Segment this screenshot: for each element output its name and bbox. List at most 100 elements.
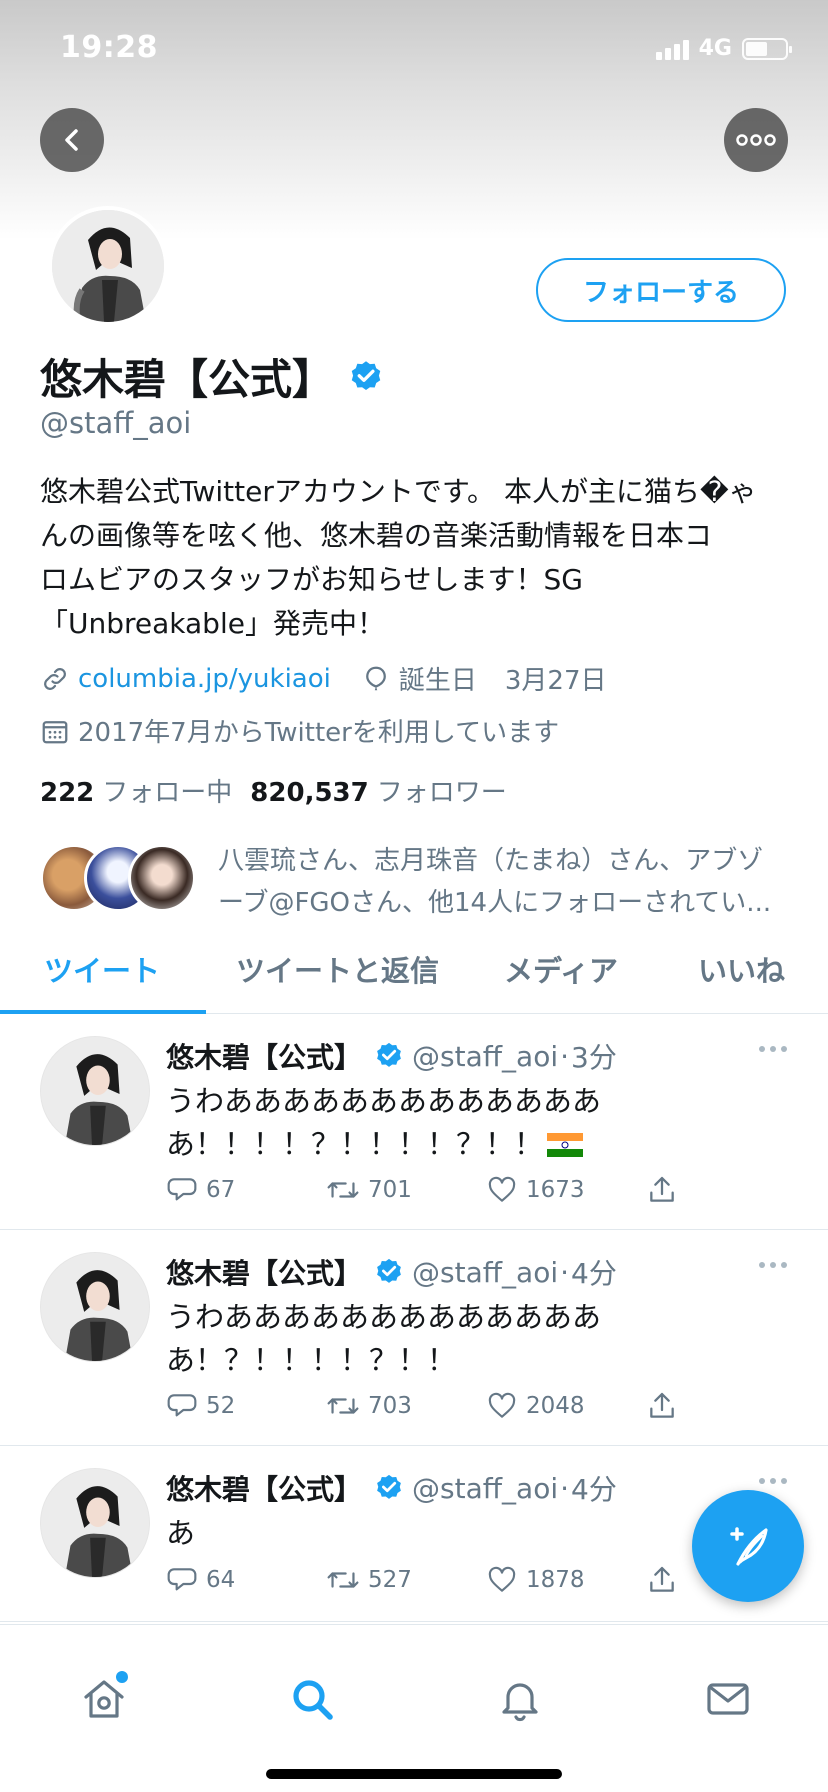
- like-button[interactable]: 2048: [486, 1390, 646, 1422]
- tab-likes[interactable]: いいね: [698, 948, 785, 990]
- birthday-label: 誕生日: [398, 666, 477, 696]
- compose-tweet-button[interactable]: [692, 1490, 804, 1602]
- link-icon: [44, 667, 66, 690]
- search-icon: [293, 1680, 333, 1720]
- like-count: 2048: [526, 1393, 585, 1419]
- followers-count: 820,537: [250, 778, 369, 808]
- tweet-more-icon[interactable]: [758, 1044, 788, 1054]
- reply-button[interactable]: 52: [166, 1390, 326, 1422]
- like-button[interactable]: 1673: [486, 1174, 646, 1206]
- profile-joined-row: 2017年7月からTwitterを利用しています: [40, 712, 559, 749]
- like-icon: [488, 1392, 516, 1418]
- tweet-avatar[interactable]: [40, 1036, 150, 1146]
- profile-name-row: 悠木碧【公式】: [40, 346, 384, 407]
- nav-home[interactable]: [76, 1671, 132, 1727]
- back-icon: [65, 129, 78, 151]
- status-indicators: 4G: [655, 36, 792, 61]
- follow-button[interactable]: フォローする: [536, 258, 786, 322]
- profile-link[interactable]: columbia.jp/yukiaoi: [78, 664, 331, 694]
- tweet-author-name: 悠木碧【公式】: [166, 1257, 363, 1290]
- tab-tweets[interactable]: ツイート: [44, 948, 160, 990]
- tweet-text-line: うわあああああああああああああ: [166, 1084, 602, 1118]
- known-followers-line: ーブ@FGOさん、他14人にフォローされてい...: [218, 888, 772, 918]
- network-label: 4G: [698, 36, 732, 61]
- balloon-icon: [365, 666, 386, 690]
- home-indicator-bar: [266, 1769, 562, 1779]
- share-button[interactable]: [646, 1174, 706, 1206]
- tweet-avatar[interactable]: [40, 1468, 150, 1578]
- more-options-button[interactable]: [724, 108, 788, 172]
- status-time: 19:28: [60, 30, 158, 65]
- share-icon: [650, 1176, 674, 1202]
- reply-button[interactable]: 67: [166, 1174, 326, 1206]
- battery-icon: [742, 37, 792, 60]
- tweet[interactable]: 悠木碧【公式】 @staff_aoi · 3分 うわあああああああああああああ …: [0, 1014, 828, 1230]
- tab-media[interactable]: メディア: [504, 948, 618, 990]
- tweet-text: あ: [166, 1512, 766, 1555]
- followers-you-know[interactable]: 八雲琉さん、志月珠音（たまね）さん、アブゾ ーブ@FGOさん、他14人にフォロー…: [40, 840, 800, 920]
- bell-icon: [502, 1683, 538, 1722]
- retweet-count: 527: [368, 1567, 412, 1593]
- india-flag-icon: [547, 1133, 584, 1157]
- retweet-button[interactable]: 701: [326, 1174, 486, 1206]
- nav-notifications[interactable]: [492, 1671, 548, 1727]
- known-follower-avatar: [128, 844, 196, 912]
- tweet-more-icon[interactable]: [758, 1476, 788, 1486]
- verified-icon: [377, 1474, 401, 1499]
- nav-messages[interactable]: [700, 1671, 756, 1727]
- like-count: 1878: [526, 1567, 585, 1593]
- bio-line: ロムビアのスタッフがお知らせします！SG: [40, 563, 583, 596]
- more-icon: [736, 134, 776, 146]
- tweet-text: うわあああああああああああああ あ！？！！！！？！！: [166, 1296, 766, 1382]
- tweet-actions: 64 527 1878: [166, 1564, 706, 1596]
- tweet-separator: ·: [560, 1471, 570, 1505]
- status-bar: 19:28 4G: [0, 0, 828, 100]
- tweet-time: 3分: [571, 1041, 617, 1074]
- like-button[interactable]: 1878: [486, 1564, 646, 1596]
- tweet-header: 悠木碧【公式】 @staff_aoi · 4分: [166, 1468, 617, 1508]
- tab-tweets-and-replies[interactable]: ツイートと返信: [236, 948, 439, 990]
- profile-bio: 悠木碧公式Twitterアカウントです。 本人が主に猫ち�ゃ んの画像等を呟く他…: [40, 470, 790, 646]
- share-icon: [650, 1566, 674, 1592]
- retweet-count: 701: [368, 1177, 412, 1203]
- followers-count-link[interactable]: 820,537 フォロワー: [250, 772, 506, 809]
- retweet-icon: [327, 1572, 359, 1588]
- following-label: フォロー中: [102, 778, 233, 808]
- tweet-time: 4分: [571, 1473, 617, 1506]
- tweet-actions: 52 703 2048: [166, 1390, 706, 1422]
- following-count-link[interactable]: 222 フォロー中: [40, 772, 232, 809]
- nav-search[interactable]: [284, 1671, 340, 1727]
- profile-tabs: ツイート ツイートと返信 メディア いいね: [0, 928, 828, 1014]
- new-content-indicator: [116, 1671, 128, 1683]
- tweet-text-line-row: あ！！！！？！！！！？！！: [166, 1123, 766, 1166]
- retweet-button[interactable]: 527: [326, 1564, 486, 1596]
- tweet-author-handle: @staff_aoi: [412, 1255, 559, 1289]
- like-icon: [488, 1176, 516, 1202]
- reply-count: 64: [206, 1567, 236, 1593]
- birthday-value: 3月27日: [504, 666, 607, 696]
- bio-line: 「Unbreakable」発売中！: [40, 607, 385, 640]
- retweet-icon: [327, 1398, 359, 1414]
- tweet-avatar[interactable]: [40, 1252, 150, 1362]
- retweet-button[interactable]: 703: [326, 1390, 486, 1422]
- tweet-separator: ·: [560, 1255, 570, 1289]
- profile-display-name: 悠木碧【公式】: [40, 355, 335, 404]
- share-icon: [650, 1392, 674, 1418]
- share-button[interactable]: [646, 1390, 706, 1422]
- followers-label: フォロワー: [376, 778, 507, 808]
- reply-icon: [167, 1178, 197, 1201]
- known-followers-line: 八雲琉さん、志月珠音（たまね）さん、アブゾ: [218, 846, 764, 876]
- tweet[interactable]: 悠木碧【公式】 @staff_aoi · 4分 うわあああああああああああああ …: [0, 1230, 828, 1446]
- like-count: 1673: [526, 1177, 585, 1203]
- tweet-author-name: 悠木碧【公式】: [166, 1473, 363, 1506]
- reply-button[interactable]: 64: [166, 1564, 326, 1596]
- back-button[interactable]: [40, 108, 104, 172]
- joined-date: 2017年7月からTwitterを利用しています: [78, 718, 560, 748]
- tweet-more-icon[interactable]: [758, 1260, 788, 1270]
- reply-icon: [167, 1568, 197, 1591]
- like-icon: [488, 1566, 516, 1592]
- compose-icon: [730, 1527, 768, 1566]
- signal-icon: [655, 38, 689, 60]
- profile-avatar[interactable]: [48, 206, 168, 326]
- bottom-navigation: [0, 1624, 828, 1792]
